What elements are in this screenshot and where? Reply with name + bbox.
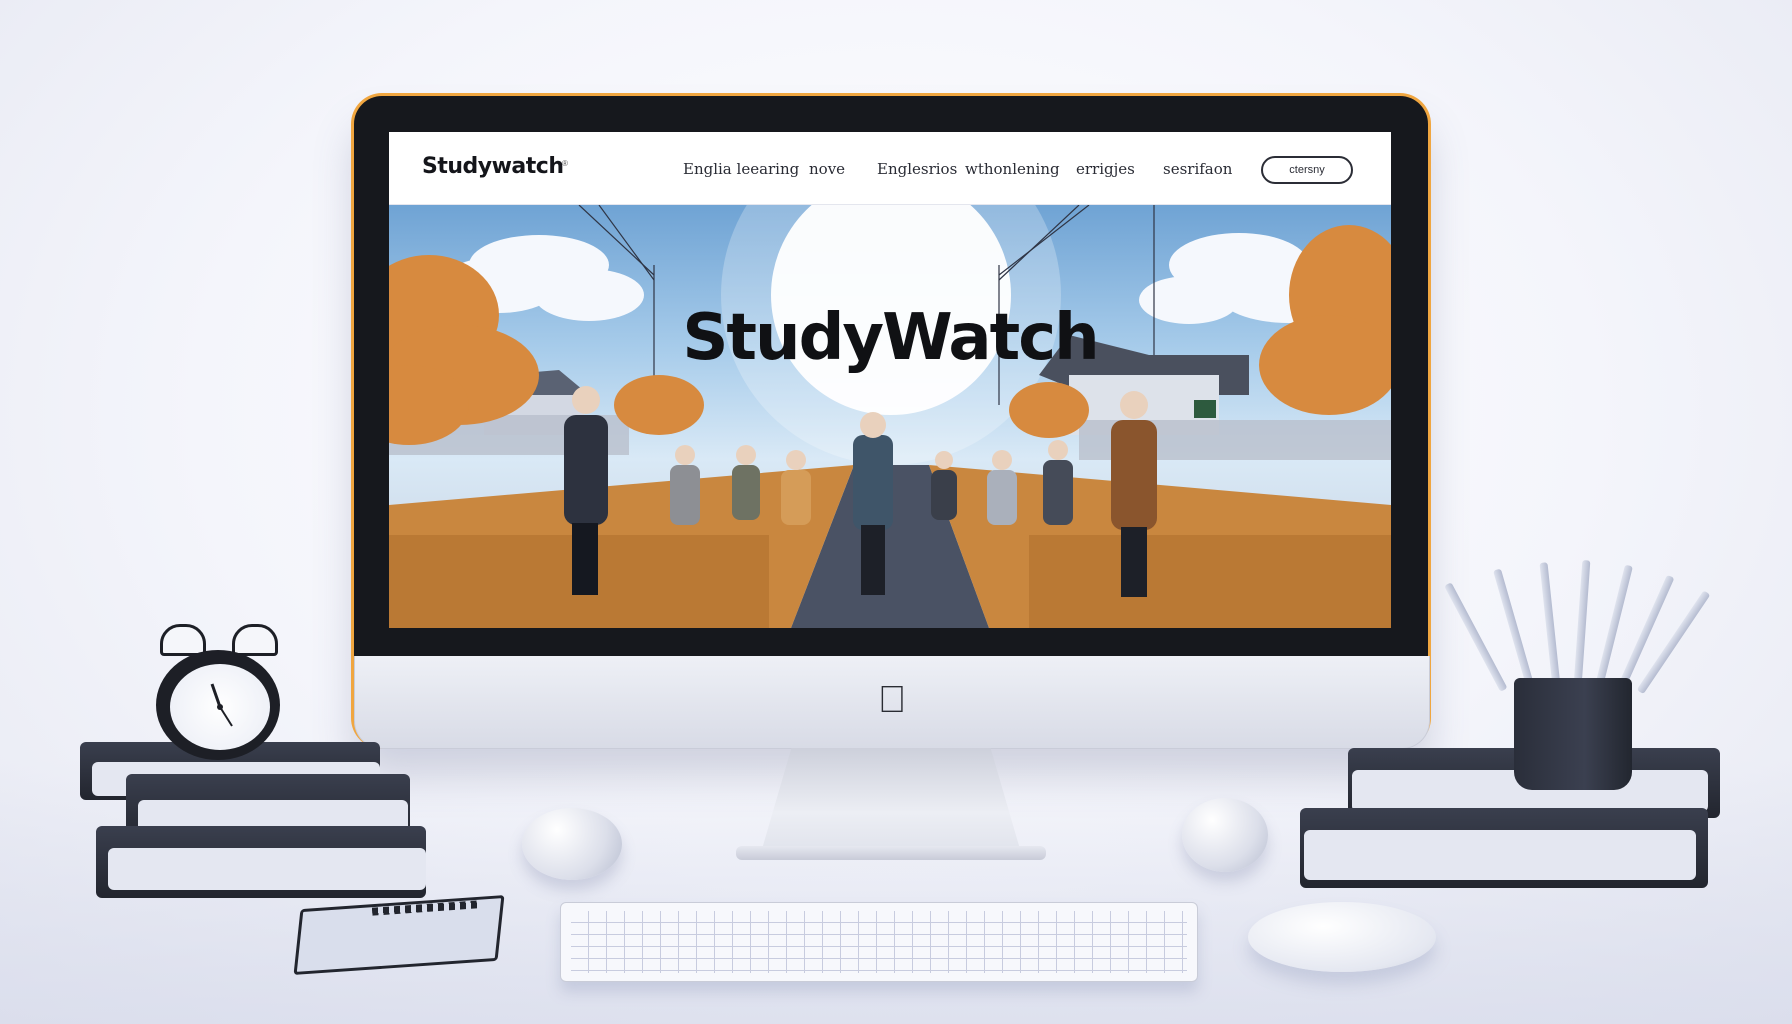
pencil bbox=[1539, 562, 1560, 683]
book-pages bbox=[108, 848, 426, 890]
nav-link-5[interactable]: errigjes bbox=[1076, 160, 1135, 178]
speaker-left bbox=[522, 808, 622, 880]
pencil bbox=[1636, 590, 1711, 695]
nav-link-6[interactable]: sesrifaon bbox=[1163, 160, 1232, 178]
site-logo[interactable]: Studywatch bbox=[422, 154, 564, 179]
pen-holder bbox=[1514, 678, 1632, 790]
hero-illustration bbox=[389, 205, 1391, 628]
clock-bell-left bbox=[160, 624, 206, 656]
clock-face-icon bbox=[170, 664, 270, 750]
nav-link-4[interactable]: wthonlening bbox=[965, 160, 1060, 178]
hero-title: StudyWatch bbox=[682, 301, 1099, 375]
pencil bbox=[1493, 568, 1534, 687]
nav-link-2[interactable]: nove bbox=[809, 160, 845, 178]
nav-link-1[interactable]: Englia leearing bbox=[683, 160, 799, 178]
book-pages bbox=[1304, 830, 1696, 880]
cta-button[interactable]: ctersny bbox=[1261, 156, 1353, 184]
pencil bbox=[1574, 560, 1591, 681]
keyboard[interactable] bbox=[560, 902, 1198, 982]
monitor-stand-base bbox=[736, 846, 1046, 860]
apple-logo-icon:  bbox=[874, 680, 910, 720]
monitor-screen: Studywatch ® Englia leearing nove Engles… bbox=[389, 132, 1391, 628]
clock-bell-right bbox=[232, 624, 278, 656]
monitor-stand bbox=[760, 748, 1022, 856]
mouse[interactable] bbox=[1248, 902, 1436, 972]
keyboard-keys bbox=[571, 911, 1187, 973]
hero-banner: StudyWatch bbox=[389, 205, 1391, 628]
trademark-mark: ® bbox=[562, 159, 568, 168]
site-navbar: Studywatch ® Englia leearing nove Engles… bbox=[389, 132, 1391, 205]
nav-link-3[interactable]: Englesrios bbox=[877, 160, 957, 178]
pencil bbox=[1618, 574, 1675, 688]
speaker-right bbox=[1182, 798, 1268, 872]
pencil bbox=[1444, 582, 1508, 692]
clock-hands-icon bbox=[210, 683, 233, 727]
